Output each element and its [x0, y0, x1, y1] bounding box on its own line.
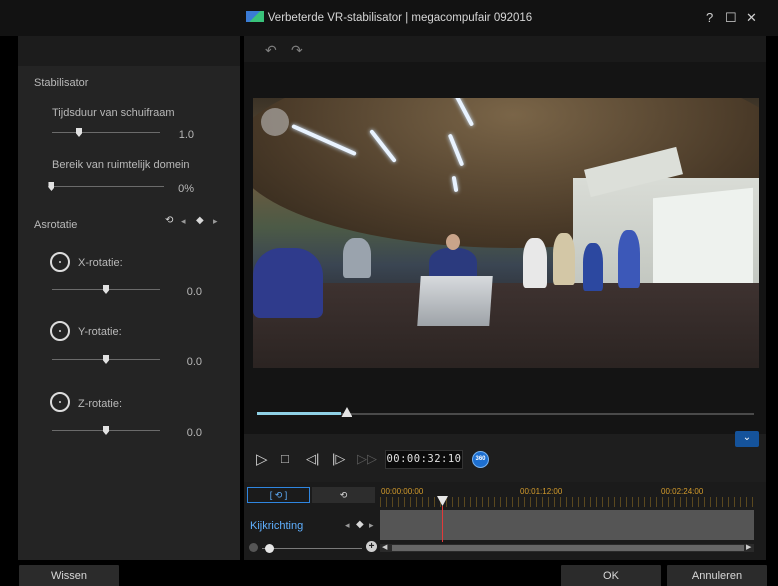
ok-button[interactable]: OK [561, 565, 661, 586]
z-rotation-value: 0.0 [186, 427, 202, 439]
keyframe-reset-icon[interactable]: ⟲ [165, 215, 173, 226]
undo-button[interactable]: ↶ [265, 42, 277, 59]
track-prev-keyframe-icon[interactable]: ◂ [345, 520, 350, 531]
sliding-frame-value: 1.0 [178, 129, 194, 141]
play-button[interactable]: ▷ [256, 450, 268, 468]
next-keyframe-icon[interactable]: ▸ [213, 216, 218, 227]
video-laptop [417, 276, 493, 326]
previous-frame-button[interactable]: ◁| [306, 451, 319, 467]
zoom-in-icon[interactable]: + [366, 541, 377, 552]
video-person [343, 238, 371, 278]
close-button[interactable]: ✕ [746, 11, 757, 24]
video-floor [253, 283, 759, 368]
title-bar: Verbeterde VR-stabilisator | megacompufa… [0, 0, 778, 36]
axis-rotation-heading: Asrotatie [34, 219, 78, 231]
spatial-range-label: Bereik van ruimtelijk domein [52, 159, 190, 171]
y-rotation-label: Y-rotatie: [78, 326, 122, 338]
z-rotation-icon [50, 392, 70, 412]
y-rotation-icon [50, 321, 70, 341]
next-frame-button[interactable]: |▷ [332, 451, 345, 467]
spatial-range-slider[interactable] [48, 186, 164, 187]
add-keyframe-icon[interactable]: ◆ [196, 215, 204, 226]
y-rotation-value: 0.0 [186, 356, 202, 368]
settings-panel-header [18, 36, 240, 66]
expand-collapse-button[interactable]: ⌄ [735, 431, 759, 447]
view-360-button[interactable]: 360 [472, 451, 489, 468]
video-person [523, 238, 547, 288]
ruler-time-mid: 00:01:12:00 [520, 487, 563, 496]
timeline-scrollbar-thumb[interactable] [392, 545, 744, 551]
x-rotation-label: X-rotatie: [78, 257, 123, 269]
video-person [253, 248, 323, 318]
ruler-time-start: 00:00:00:00 [381, 487, 424, 496]
x-rotation-value: 0.0 [186, 286, 202, 298]
tab-view-direction[interactable]: [ ⟲ ] [247, 487, 310, 503]
track-next-keyframe-icon[interactable]: ▸ [369, 520, 374, 531]
sliding-frame-slider[interactable] [52, 132, 160, 133]
timecode-display: 00:00:32:10 [385, 450, 463, 469]
track-label: Kijkrichting [250, 520, 304, 532]
edit-toolbar [244, 36, 766, 62]
sliding-frame-label: Tijdsduur van schuifraam [52, 107, 175, 119]
video-person [553, 233, 575, 285]
keyframe-track[interactable] [380, 510, 754, 540]
maximize-button[interactable]: ☐ [725, 11, 737, 24]
timeline-zoom-slider[interactable] [262, 548, 362, 549]
ruler-time-end: 00:02:24:00 [661, 487, 704, 496]
stabilizer-heading: Stabilisator [34, 77, 89, 89]
cancel-button[interactable]: Annuleren [667, 565, 767, 586]
app-logo-icon [245, 11, 264, 22]
redo-button[interactable]: ↷ [291, 42, 303, 59]
video-person [583, 243, 603, 291]
video-person-head [446, 234, 460, 250]
time-ruler[interactable] [380, 497, 756, 507]
track-add-keyframe-icon[interactable]: ◆ [356, 519, 364, 530]
x-rotation-icon [50, 252, 70, 272]
scroll-left-icon[interactable]: ◀ [382, 543, 387, 551]
timeline-zoom-thumb[interactable] [265, 544, 274, 553]
video-preview[interactable] [253, 98, 759, 368]
window-title: Verbeterde VR-stabilisator | megacompufa… [0, 11, 778, 24]
stop-button[interactable]: □ [281, 451, 289, 466]
clear-button[interactable]: Wissen [19, 565, 119, 586]
help-button[interactable]: ? [706, 11, 713, 24]
spatial-range-value: 0% [178, 183, 194, 195]
zoom-out-icon[interactable] [249, 543, 258, 552]
prev-keyframe-icon[interactable]: ◂ [181, 216, 186, 227]
scroll-right-icon[interactable]: ▶ [746, 543, 751, 551]
z-rotation-label: Z-rotatie: [78, 398, 123, 410]
playback-progress-fill [257, 412, 342, 415]
window-title-text: Verbeterde VR-stabilisator | megacompufa… [267, 12, 533, 24]
navigation-hint-icon[interactable] [261, 108, 289, 136]
video-person [618, 230, 640, 288]
fast-forward-button[interactable]: ▷▷ [357, 451, 377, 467]
playhead-line [442, 506, 443, 542]
tab-rotation[interactable]: ⟲ [312, 487, 375, 503]
